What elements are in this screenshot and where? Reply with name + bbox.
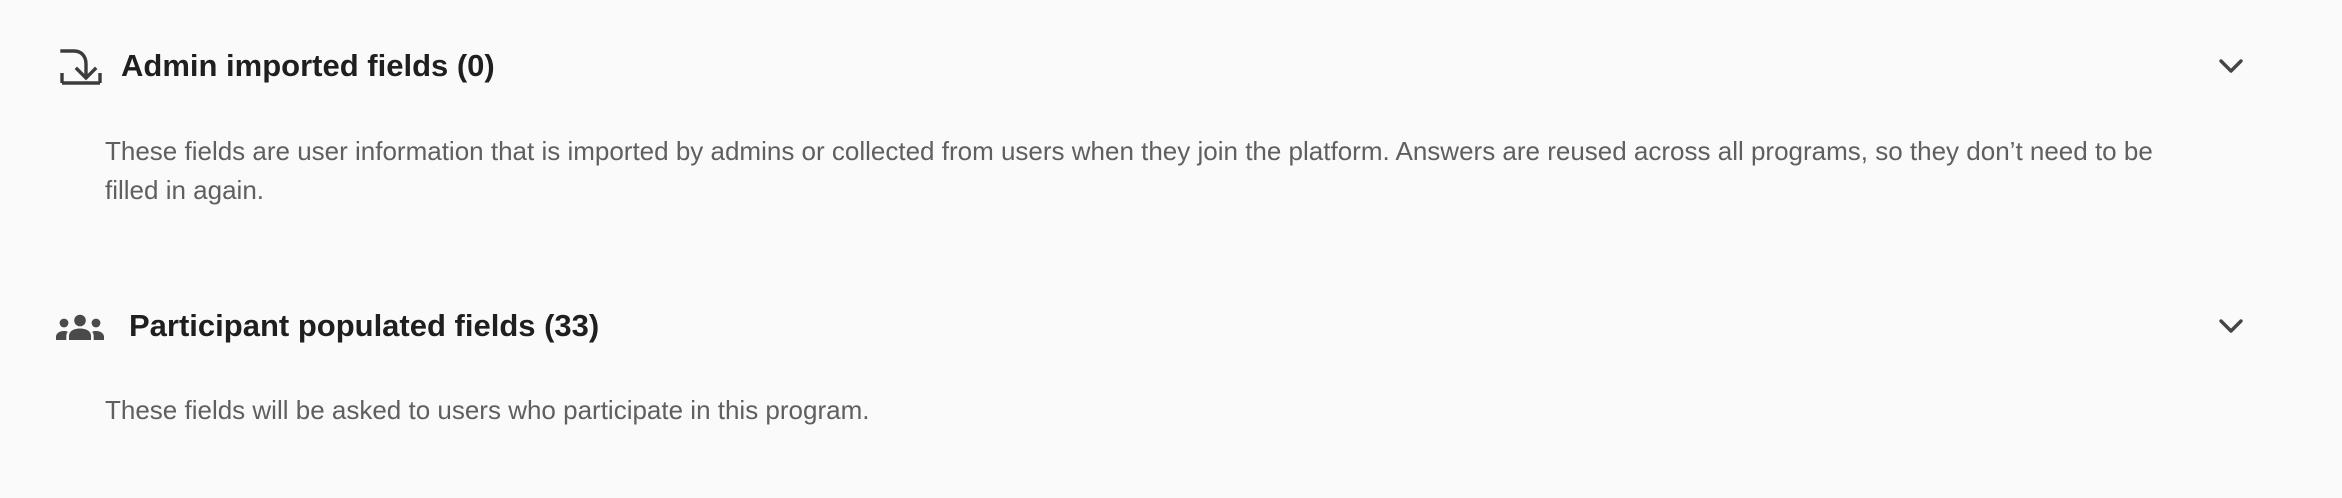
admin-imported-fields-section: Admin imported fields (0) These fields a…: [0, 36, 2342, 216]
chevron-down-icon[interactable]: [2212, 307, 2250, 345]
admin-imported-fields-header[interactable]: Admin imported fields (0): [0, 36, 2342, 96]
participant-populated-fields-header[interactable]: Participant populated fields (33): [0, 296, 2342, 356]
participant-populated-fields-section: Participant populated fields (33) These …: [0, 296, 2342, 456]
section-description: These fields are user information that i…: [105, 136, 2153, 205]
group-people-icon: [54, 304, 106, 350]
section-title: Admin imported fields (0): [121, 48, 495, 83]
download-tray-icon: [54, 44, 106, 90]
section-description: These fields will be asked to users who …: [105, 395, 870, 425]
chevron-down-icon[interactable]: [2212, 47, 2250, 85]
section-title: Participant populated fields (33): [129, 308, 600, 343]
